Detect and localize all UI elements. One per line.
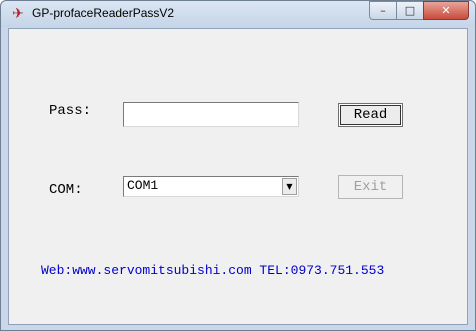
pass-input[interactable]	[123, 102, 299, 127]
com-label: COM:	[49, 182, 83, 198]
com-port-select[interactable]: COM1 ▼	[123, 176, 299, 197]
app-window: ✈ GP-profaceReaderPassV2 – □ ✕ Pass: Rea…	[0, 0, 476, 331]
maximize-button[interactable]: □	[396, 1, 423, 20]
chevron-down-icon[interactable]: ▼	[282, 178, 297, 195]
title-bar[interactable]: ✈ GP-profaceReaderPassV2 – □ ✕	[1, 1, 475, 27]
proface-logo-icon: ✈	[12, 6, 24, 22]
minimize-button[interactable]: –	[369, 1, 396, 20]
footer-contact-text: Web:www.servomitsubishi.com TEL:0973.751…	[41, 263, 385, 278]
caption-buttons: – □ ✕	[369, 1, 469, 20]
close-icon: ✕	[441, 4, 451, 17]
close-button[interactable]: ✕	[423, 1, 469, 20]
window-title: GP-profaceReaderPassV2	[32, 6, 175, 20]
minimize-icon: –	[380, 4, 386, 17]
exit-button-label: Exit	[353, 179, 388, 195]
read-button-label: Read	[353, 107, 388, 123]
exit-button[interactable]: Exit	[338, 175, 403, 199]
read-button[interactable]: Read	[338, 103, 403, 127]
pass-label: Pass:	[49, 103, 92, 119]
com-port-selected-value: COM1	[127, 178, 159, 193]
client-area: Pass: Read COM: COM1 ▼ Exit Web:www.serv…	[8, 28, 468, 325]
maximize-icon: □	[404, 4, 416, 17]
